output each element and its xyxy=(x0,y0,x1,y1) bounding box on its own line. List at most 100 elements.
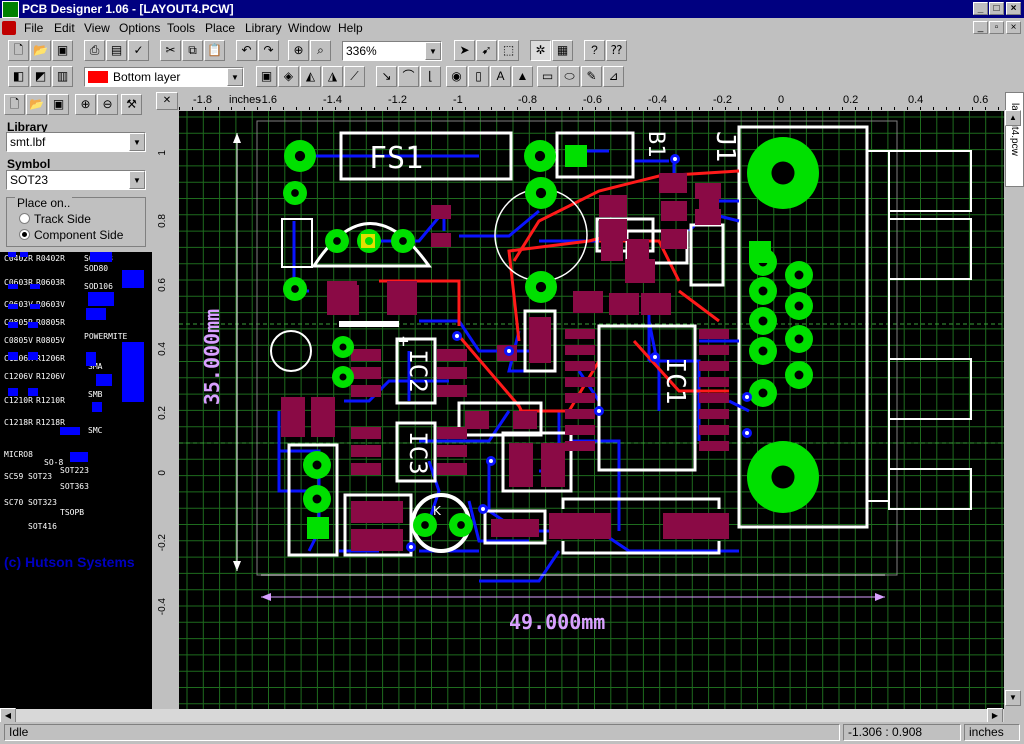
library-select[interactable]: smt.lbf ▼ xyxy=(6,132,146,152)
menu-file[interactable]: File xyxy=(24,21,43,35)
library-symbol-sot323[interactable]: SOT323 xyxy=(28,498,57,507)
track-arc-icon[interactable]: ⌒ xyxy=(398,66,419,87)
polygon-icon[interactable]: ◭ xyxy=(300,66,321,87)
scroll-right-icon[interactable]: ▶ xyxy=(987,708,1003,723)
pcb-drawing[interactable]: FS1 B1 J1 IC1 IC2+ IC3 K 49.000mm 35.000mm xyxy=(179,111,1004,709)
menu-window[interactable]: Window xyxy=(288,21,331,35)
library-symbol-r1206r[interactable]: R1206R xyxy=(36,354,65,363)
layer-setup-icon[interactable]: ▥ xyxy=(52,66,73,87)
check-icon[interactable]: ✓ xyxy=(128,40,149,61)
copper-icon[interactable]: ◮ xyxy=(322,66,343,87)
layer-stack-icon[interactable]: ◩ xyxy=(30,66,51,87)
library-symbol-c0805v[interactable]: C0805V xyxy=(4,336,33,345)
library-symbol-powermite[interactable]: POWERMITE xyxy=(84,332,127,341)
scroll-left-icon[interactable]: ◀ xyxy=(0,708,16,723)
zoom-combo[interactable]: 336% ▼ xyxy=(342,41,442,61)
menu-place[interactable]: Place xyxy=(205,21,235,35)
help-icon[interactable]: ? xyxy=(584,40,605,61)
library-symbol-r0402r[interactable]: R0402R xyxy=(36,254,65,263)
library-symbol-sot23[interactable]: SOT23 xyxy=(28,472,52,481)
app-icon[interactable] xyxy=(2,1,19,18)
chevron-down-icon[interactable]: ▼ xyxy=(425,42,441,60)
library-symbol-c1206v[interactable]: C1206V xyxy=(4,372,33,381)
menu-help[interactable]: Help xyxy=(338,21,363,35)
ellipse-icon[interactable]: ⬭ xyxy=(559,66,580,87)
library-symbol-sod106[interactable]: SOD106 xyxy=(84,282,113,291)
library-symbol-sot363[interactable]: SOT363 xyxy=(60,482,89,491)
track-corner-icon[interactable]: ⌊ xyxy=(420,66,441,87)
library-symbol-sc59[interactable]: SC59 xyxy=(4,472,23,481)
pointer-icon[interactable]: ➤ xyxy=(454,40,475,61)
close-button[interactable]: × xyxy=(1006,2,1021,15)
paste-icon[interactable]: 📋 xyxy=(204,40,225,61)
component-side-radio[interactable]: Component Side xyxy=(19,228,123,242)
library-symbol-sc70[interactable]: SC70 xyxy=(4,498,23,507)
chevron-down-icon[interactable]: ▼ xyxy=(227,68,243,86)
library-tools-icon[interactable]: ⚒ xyxy=(121,94,142,115)
copy-icon[interactable]: ⧉ xyxy=(182,40,203,61)
scroll-up-icon[interactable]: ▲ xyxy=(1005,110,1021,126)
select-area-icon[interactable]: ⬚ xyxy=(498,40,519,61)
symbol-select[interactable]: SOT23 ▼ xyxy=(6,170,146,190)
library-symbol-r0603r[interactable]: R0603R xyxy=(36,278,65,287)
mdi-restore-button[interactable]: ▫ xyxy=(989,21,1004,34)
save-icon[interactable]: ▣ xyxy=(52,40,73,61)
library-symbol-smc[interactable]: SMC xyxy=(88,426,102,435)
measure-icon[interactable]: ⊿ xyxy=(603,66,624,87)
menu-edit[interactable]: Edit xyxy=(54,21,75,35)
select-component-icon[interactable]: ➹ xyxy=(476,40,497,61)
library-symbol-c1210r[interactable]: C1210R xyxy=(4,396,33,405)
open-library-icon[interactable]: 📂 xyxy=(26,94,47,115)
track-side-radio[interactable]: Track Side xyxy=(19,212,91,226)
track-icon[interactable]: ↘ xyxy=(376,66,397,87)
library-symbol-r0805v[interactable]: R0805V xyxy=(36,336,65,345)
library-symbol-r1218r[interactable]: R1218R xyxy=(36,418,65,427)
chevron-down-icon[interactable]: ▼ xyxy=(129,171,145,189)
rectangle-icon[interactable]: ▭ xyxy=(537,66,558,87)
zoom-icon[interactable]: ⌕ xyxy=(310,40,331,61)
pcb-canvas[interactable]: FS1 B1 J1 IC1 IC2 + IC3 K 49.000mm 35.000mm xyxy=(179,111,1004,709)
image-icon[interactable]: ▲ xyxy=(512,66,533,87)
layers-icon[interactable]: ◧ xyxy=(8,66,29,87)
horizontal-scrollbar[interactable]: ◀ ▶ xyxy=(0,708,1004,723)
library-symbol-smb[interactable]: SMB xyxy=(88,390,102,399)
snap-grid-icon[interactable]: ✲ xyxy=(530,40,551,61)
new-library-icon[interactable]: 🗋 xyxy=(4,94,25,115)
menu-tools[interactable]: Tools xyxy=(167,21,195,35)
vertical-scrollbar[interactable]: ▲ ▼ xyxy=(1005,110,1021,710)
library-symbol-r0603v[interactable]: R0603V xyxy=(36,300,65,309)
open-file-icon[interactable]: 📂 xyxy=(30,40,51,61)
text-tool-button[interactable]: A xyxy=(490,66,511,87)
via-icon[interactable]: ◉ xyxy=(446,66,467,87)
layer-combo[interactable]: Bottom layer ▼ xyxy=(84,67,244,87)
print-icon[interactable]: ⎙ xyxy=(84,40,105,61)
component-icon[interactable]: ▣ xyxy=(256,66,277,87)
menu-options[interactable]: Options xyxy=(119,21,160,35)
library-zoom-out-icon[interactable]: ⊖ xyxy=(97,94,118,115)
print-preview-icon[interactable]: ▤ xyxy=(106,40,127,61)
undo-icon[interactable]: ↶ xyxy=(236,40,257,61)
library-symbol-r0805r[interactable]: R0805R xyxy=(36,318,65,327)
library-symbol-r1210r[interactable]: R1210R xyxy=(36,396,65,405)
grid-icon[interactable]: ▦ xyxy=(552,40,573,61)
maximize-button[interactable]: □ xyxy=(989,2,1004,15)
outline-icon[interactable]: ▯ xyxy=(468,66,489,87)
mdi-close-button[interactable]: × xyxy=(1006,21,1021,34)
cut-icon[interactable]: ✂ xyxy=(160,40,181,61)
minimize-button[interactable]: _ xyxy=(973,2,988,15)
library-symbol-tsopb[interactable]: TSOPB xyxy=(60,508,84,517)
document-icon[interactable] xyxy=(2,21,16,35)
library-symbol-sot223[interactable]: SOT223 xyxy=(60,466,89,475)
redo-icon[interactable]: ↷ xyxy=(258,40,279,61)
ruler-corner[interactable]: ✕ xyxy=(156,92,178,110)
chevron-down-icon[interactable]: ▼ xyxy=(129,133,145,151)
scroll-down-icon[interactable]: ▼ xyxy=(1005,690,1021,706)
pad-icon[interactable]: ◈ xyxy=(278,66,299,87)
route-icon[interactable]: ⟋ xyxy=(344,66,365,87)
symbol-library-view[interactable]: C0402RR0402RSOD123C0603RR0603RSOD80DPAKC… xyxy=(0,252,152,718)
library-symbol-micro8[interactable]: MICRO8 xyxy=(4,450,33,459)
menu-view[interactable]: View xyxy=(84,21,110,35)
library-symbol-sod80[interactable]: SOD80 xyxy=(84,264,108,273)
new-file-icon[interactable]: 🗋 xyxy=(8,40,29,61)
library-symbol-c1218r[interactable]: C1218R xyxy=(4,418,33,427)
